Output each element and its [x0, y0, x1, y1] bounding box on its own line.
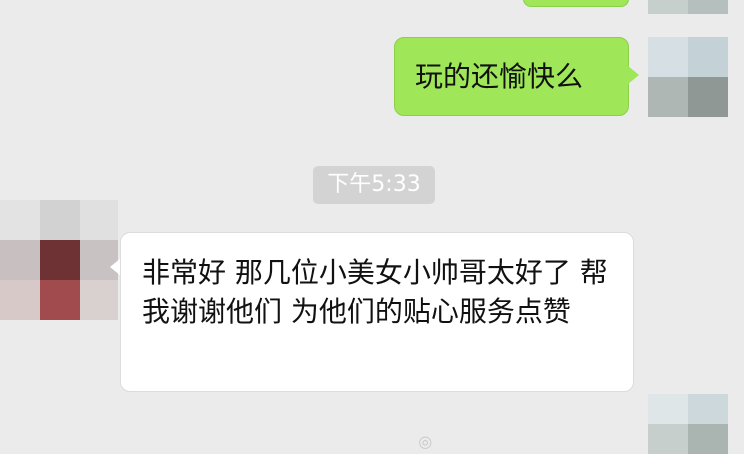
- user-avatar-bottom-partial[interactable]: [648, 394, 728, 454]
- incoming-message-bubble[interactable]: 非常好 那几位小美女小帅哥太好了 帮我谢谢他们 为他们的贴心服务点赞: [120, 232, 634, 392]
- previous-outgoing-bubble[interactable]: [523, 0, 629, 7]
- contact-avatar[interactable]: [0, 200, 118, 320]
- incoming-message-text: 非常好 那几位小美女小帅哥太好了 帮我谢谢他们 为他们的贴心服务点赞: [142, 256, 608, 328]
- watermark-logo-icon: ◎: [415, 430, 435, 453]
- user-avatar[interactable]: [648, 37, 728, 117]
- outgoing-message-bubble[interactable]: 玩的还愉快么: [394, 37, 629, 116]
- outgoing-bubble-tail: [628, 66, 639, 84]
- outgoing-message-text: 玩的还愉快么: [415, 60, 584, 93]
- user-avatar-partial[interactable]: [648, 0, 728, 14]
- timestamp-label: 下午5:33: [313, 166, 435, 204]
